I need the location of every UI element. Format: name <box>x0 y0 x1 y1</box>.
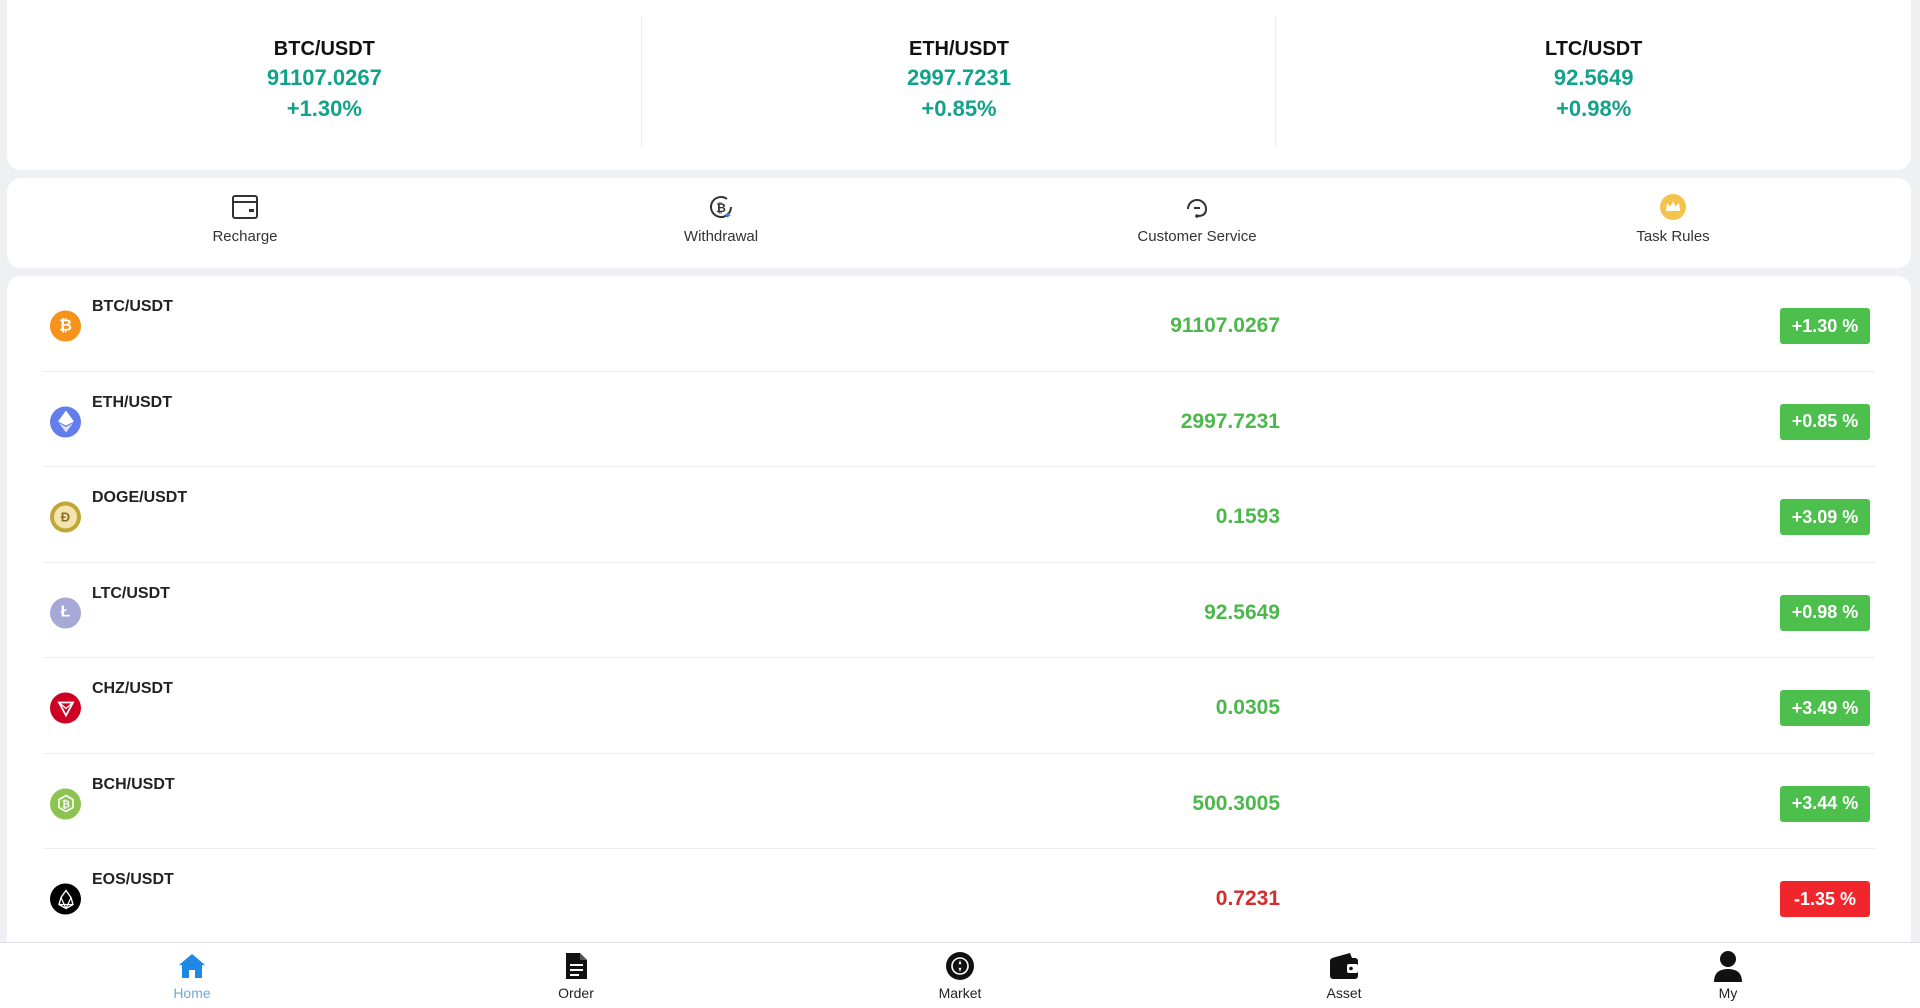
nav-home[interactable]: Home <box>0 943 384 1008</box>
market-row-ltc[interactable]: Ł LTC/USDT 92.5649 +0.98 % <box>43 563 1875 658</box>
crown-icon <box>1658 192 1688 222</box>
market-row-eos[interactable]: EOS/USDT 0.7231 -1.35 % <box>43 849 1875 945</box>
coin-pair: DOGE/USDT <box>92 489 188 506</box>
nav-my[interactable]: My <box>1536 943 1920 1008</box>
nav-order-label: Order <box>558 985 594 1001</box>
recharge-button[interactable]: Recharge <box>7 178 483 268</box>
ticker-ltc[interactable]: LTC/USDT 92.5649 +0.98% <box>1276 0 1911 170</box>
market-row-chz[interactable]: CHZ/USDT 0.0305 +3.49 % <box>43 658 1875 754</box>
nav-asset-label: Asset <box>1326 985 1362 1001</box>
change-badge: +3.44 % <box>1780 785 1870 822</box>
dogecoin-icon: Ð <box>50 501 81 533</box>
home-icon <box>176 950 208 982</box>
coin-price: 0.1593 <box>1215 505 1280 528</box>
ticker-eth[interactable]: ETH/USDT 2997.7231 +0.85% <box>642 0 1277 170</box>
ticker-pair: ETH/USDT <box>909 38 1009 60</box>
withdrawal-button[interactable]: ₿ Withdrawal <box>483 178 959 268</box>
ethereum-icon <box>50 406 81 437</box>
ticker-btc[interactable]: BTC/USDT 91107.0267 +1.30% <box>7 0 642 170</box>
coin-pair: ETH/USDT <box>92 393 172 411</box>
ticker-change: +0.98% <box>1556 96 1632 121</box>
market-row-bch[interactable]: ₿ BCH/USDT 500.3005 +3.44 % <box>43 754 1875 849</box>
market-row-btc[interactable]: ₿ BTC/USDT 91107.0267 +1.30 % <box>43 276 1875 372</box>
change-badge: +3.09 % <box>1780 499 1870 535</box>
coin-pair: EOS/USDT <box>92 871 174 888</box>
ticker-panel: BTC/USDT 91107.0267 +1.30% ETH/USDT 2997… <box>7 0 1911 170</box>
user-icon <box>1712 950 1744 982</box>
ticker-pair: BTC/USDT <box>273 38 375 60</box>
nav-my-label: My <box>1718 985 1738 1001</box>
coin-price: 2997.7231 <box>1180 409 1280 433</box>
nav-market[interactable]: Market <box>768 943 1152 1008</box>
withdrawal-label: Withdrawal <box>683 228 759 245</box>
nav-home-label: Home <box>173 985 211 1001</box>
coin-pair: BTC/USDT <box>92 298 173 315</box>
coin-price: 0.7231 <box>1215 887 1280 910</box>
customer-service-button[interactable]: Customer Service <box>959 178 1435 268</box>
coin-price: 500.3005 <box>1192 791 1280 815</box>
coin-price: 91107.0267 <box>1170 314 1280 337</box>
eos-icon <box>50 883 81 915</box>
recharge-label: Recharge <box>212 228 278 245</box>
bottom-nav: Home Order Market Asset My <box>0 942 1920 1008</box>
wallet-card-icon <box>230 192 260 222</box>
wallet-icon <box>1328 950 1360 982</box>
market-list: ₿ BTC/USDT 91107.0267 +1.30 % ETH/USDT 2… <box>7 276 1911 956</box>
bitcoin-icon: ₿ <box>50 310 81 342</box>
document-icon <box>560 950 592 982</box>
headset-icon <box>1182 192 1212 222</box>
ticker-price: 2997.7231 <box>907 65 1011 90</box>
coin-price: 92.5649 <box>1204 600 1280 624</box>
svg-text:₿: ₿ <box>716 201 726 215</box>
coin-pair: BCH/USDT <box>92 775 175 793</box>
coin-pair: LTC/USDT <box>92 584 170 602</box>
bitcoin-withdraw-icon: ₿ <box>706 192 736 222</box>
ticker-price: 91107.0267 <box>266 65 382 90</box>
ticker-change: +1.30% <box>286 96 362 121</box>
change-badge: +0.98 % <box>1780 594 1870 631</box>
ticker-price: 92.5649 <box>1553 65 1634 90</box>
litecoin-icon: Ł <box>50 597 81 628</box>
bitcoin-cash-icon: ₿ <box>50 788 81 819</box>
task-rules-button[interactable]: Task Rules <box>1435 178 1911 268</box>
market-row-eth[interactable]: ETH/USDT 2997.7231 +0.85 % <box>43 372 1875 467</box>
nav-market-label: Market <box>938 985 982 1001</box>
market-row-doge[interactable]: Ð DOGE/USDT 0.1593 +3.09 % <box>43 467 1875 563</box>
chiliz-icon <box>50 692 81 724</box>
svg-text:₿: ₿ <box>61 799 69 811</box>
change-badge: +1.30 % <box>1780 308 1870 344</box>
ticker-pair: LTC/USDT <box>1544 38 1643 60</box>
change-badge: +3.49 % <box>1780 690 1870 726</box>
ticker-change: +0.85% <box>921 96 997 121</box>
change-badge: -1.35 % <box>1780 881 1870 917</box>
market-icon <box>944 950 976 982</box>
change-badge: +0.85 % <box>1780 403 1870 440</box>
task-rules-label: Task Rules <box>1636 228 1710 245</box>
coin-pair: CHZ/USDT <box>92 680 173 697</box>
quick-actions: Recharge ₿ Withdrawal Customer Service T… <box>7 178 1911 268</box>
nav-asset[interactable]: Asset <box>1152 943 1536 1008</box>
nav-order[interactable]: Order <box>384 943 768 1008</box>
coin-price: 0.0305 <box>1215 696 1280 719</box>
customer-service-label: Customer Service <box>1137 228 1257 245</box>
